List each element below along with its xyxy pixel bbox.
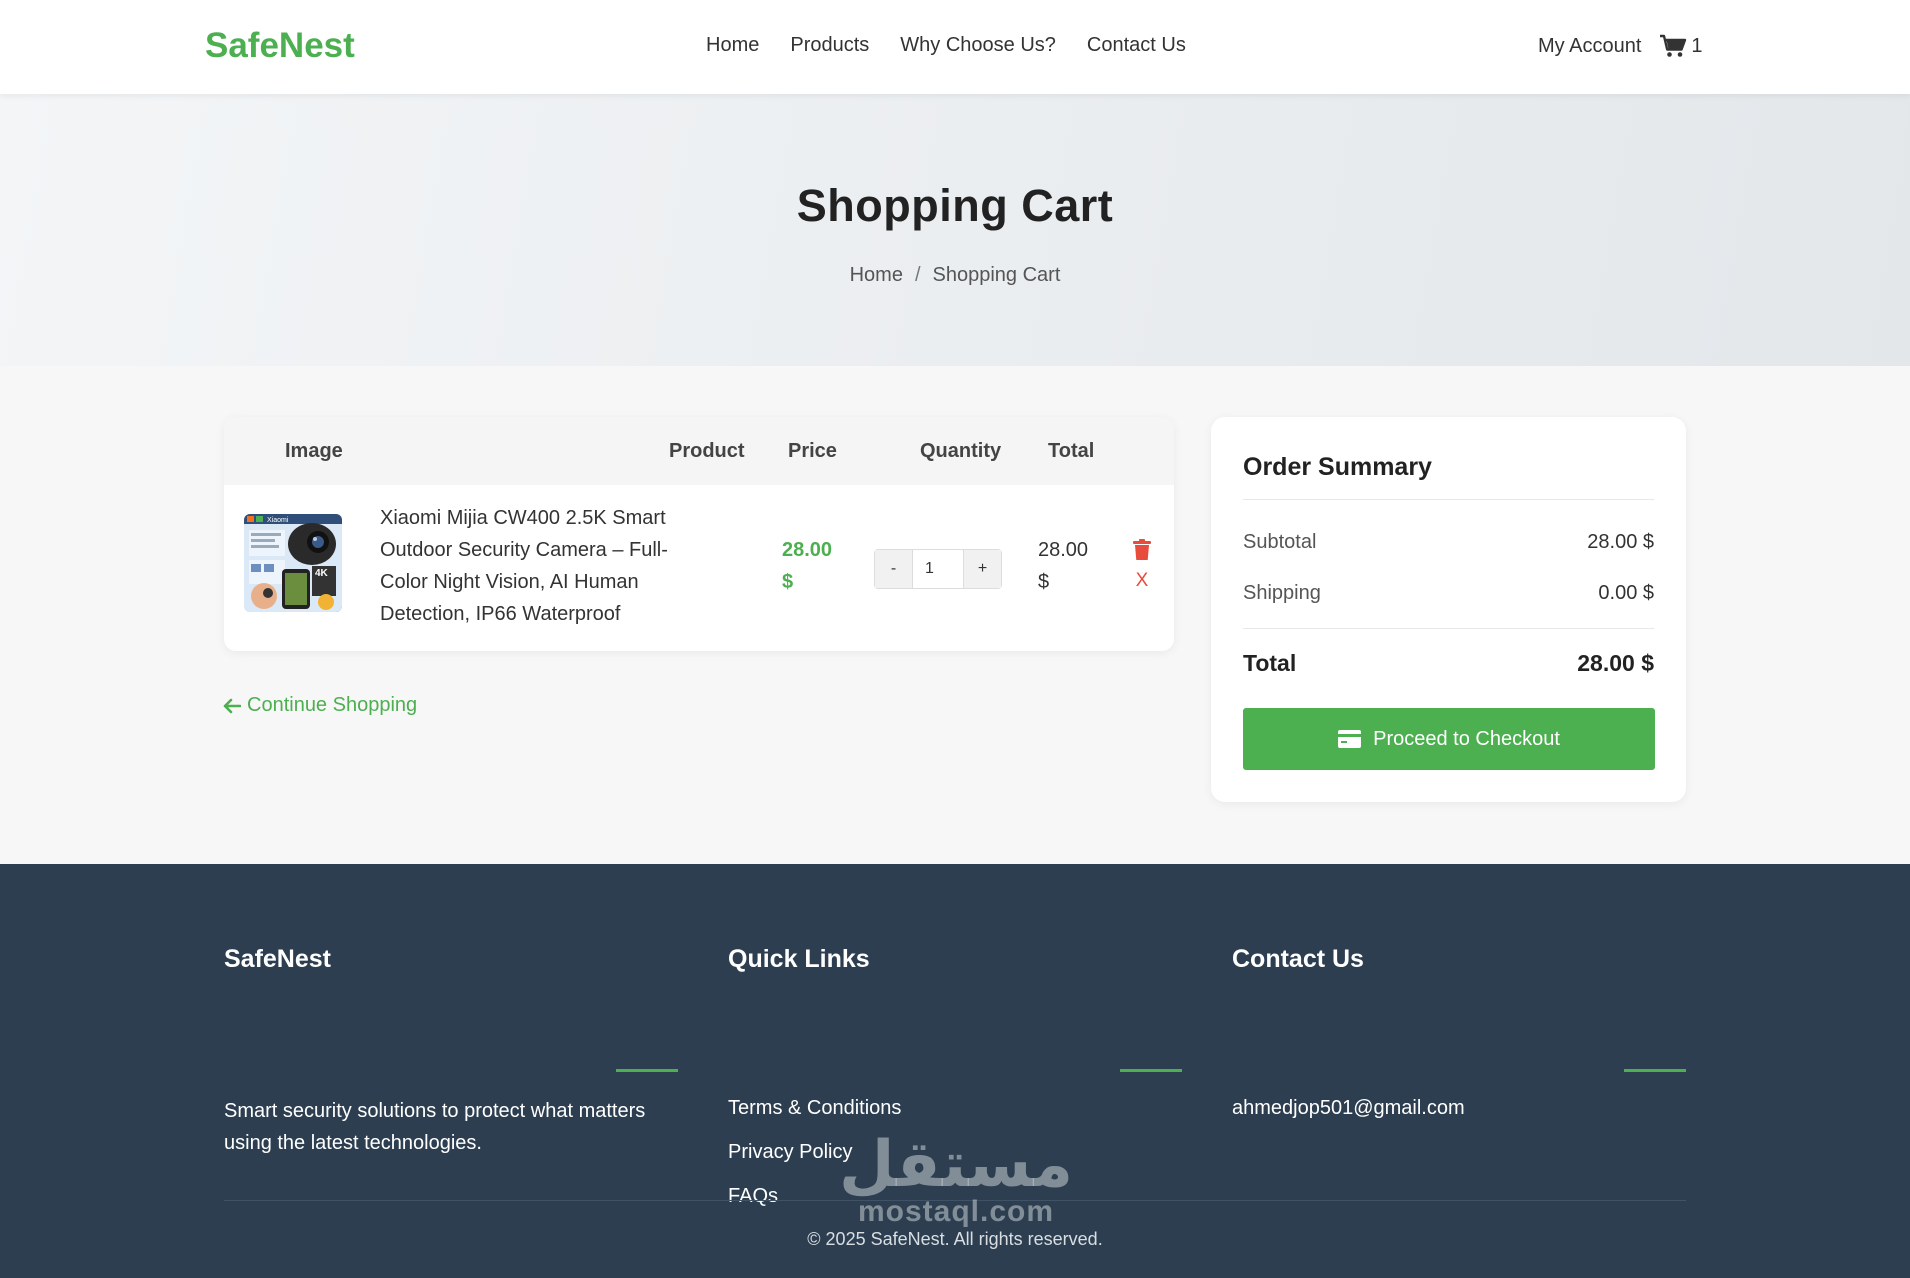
- footer-brand-title: SafeNest: [224, 945, 331, 973]
- site-header: SafeNest Home Products Why Choose Us? Co…: [0, 0, 1910, 94]
- quantity-decrease-button[interactable]: -: [875, 550, 913, 588]
- trash-icon: [1133, 539, 1151, 560]
- continue-shopping-link[interactable]: Continue Shopping: [223, 694, 417, 717]
- watermark-logo: مستقل mostaql.com: [838, 1128, 1074, 1228]
- footer-contact-list: ahmedjop501@gmail.com: [1232, 1097, 1465, 1141]
- column-image: Image: [285, 440, 343, 462]
- continue-shopping-label: Continue Shopping: [247, 694, 418, 716]
- product-name[interactable]: Xiaomi Mijia CW400 2.5K Smart Outdoor Se…: [380, 502, 695, 630]
- subtotal-label: Subtotal: [1243, 531, 1317, 553]
- credit-card-icon: [1338, 730, 1362, 748]
- account-area: My Account 1: [1538, 34, 1703, 58]
- total-label: Total: [1243, 650, 1297, 676]
- footer-contact-title: Contact Us: [1232, 945, 1364, 973]
- column-quantity: Quantity: [920, 440, 1002, 462]
- footer-accent-bar: [616, 1069, 678, 1072]
- breadcrumb-current: Shopping Cart: [932, 264, 1061, 286]
- footer-accent-bar: [1120, 1069, 1182, 1072]
- cart-icon: [1660, 34, 1687, 57]
- column-product: Product: [669, 440, 745, 462]
- product-image[interactable]: Xiaomi 4K: [244, 514, 342, 612]
- cart-button[interactable]: 1: [1659, 34, 1703, 58]
- nav-home[interactable]: Home: [706, 34, 759, 57]
- nav-products[interactable]: Products: [790, 34, 869, 57]
- column-total: Total: [1048, 440, 1095, 462]
- total-value: 28.00 $: [1577, 650, 1654, 676]
- shipping-value: 0.00 $: [1598, 582, 1654, 604]
- subtotal-value: 28.00 $: [1587, 531, 1654, 553]
- remove-item-button[interactable]: X: [1130, 539, 1154, 591]
- watermark-arabic: مستقل: [838, 1128, 1074, 1202]
- breadcrumb-home[interactable]: Home: [850, 264, 903, 286]
- quantity-increase-button[interactable]: +: [963, 550, 1001, 588]
- row-total: 28.00 $: [1038, 539, 1089, 593]
- nav-why-choose-us[interactable]: Why Choose Us?: [900, 34, 1056, 57]
- footer-accent-bar: [1624, 1069, 1686, 1072]
- image-4k-badge: 4K: [315, 568, 329, 579]
- proceed-to-checkout-button[interactable]: Proceed to Checkout: [1243, 708, 1655, 770]
- copyright-text: © 2025 SafeNest. All rights reserved.: [807, 1229, 1103, 1249]
- shipping-label: Shipping: [1243, 582, 1321, 604]
- footer-links-title: Quick Links: [728, 945, 870, 973]
- image-brand-text: Xiaomi: [267, 517, 289, 524]
- remove-item-x[interactable]: X: [1130, 571, 1154, 591]
- order-summary-title: Order Summary: [1243, 453, 1432, 481]
- order-summary: Order Summary Subtotal 28.00 $ Shipping …: [1211, 417, 1686, 802]
- cart-table: Image Product Price Quantity Total Xiaom…: [224, 417, 1174, 651]
- main-nav: Home Products Why Choose Us? Contact Us: [706, 34, 1186, 57]
- watermark-latin: mostaql.com: [857, 1195, 1055, 1228]
- total-row: Total 28.00 $: [1243, 650, 1654, 677]
- footer-links-column: Quick Links Terms & Conditions Privacy P…: [728, 945, 1182, 1207]
- camera-product-picture: Xiaomi 4K: [244, 514, 342, 612]
- checkout-label: Proceed to Checkout: [1373, 727, 1560, 750]
- page-hero: Shopping Cart Home / Shopping Cart: [0, 94, 1910, 366]
- summary-divider: [1243, 628, 1654, 629]
- my-account-link[interactable]: My Account: [1538, 35, 1641, 58]
- cart-count: 1: [1691, 34, 1703, 57]
- footer-contact-column: Contact Us ahmedjop501@gmail.com: [1232, 945, 1686, 1119]
- site-logo[interactable]: SafeNest: [205, 26, 355, 66]
- arrow-left-icon: [223, 698, 241, 713]
- footer-contact-email[interactable]: ahmedjop501@gmail.com: [1232, 1097, 1465, 1141]
- product-price: 28.00 $: [782, 539, 833, 593]
- column-price: Price: [788, 440, 837, 462]
- breadcrumb: Home / Shopping Cart: [0, 264, 1910, 287]
- quantity-stepper: - +: [874, 549, 1002, 589]
- footer-brand-text: Smart security solutions to protect what…: [224, 1100, 646, 1154]
- cart-table-header: Image Product Price Quantity Total: [224, 417, 1174, 485]
- footer-brand-column: SafeNest Smart security solutions to pro…: [224, 945, 678, 1154]
- summary-divider: [1243, 499, 1654, 500]
- subtotal-row: Subtotal 28.00 $: [1243, 531, 1654, 554]
- shipping-row: Shipping 0.00 $: [1243, 582, 1654, 605]
- breadcrumb-separator: /: [914, 264, 921, 286]
- page-title: Shopping Cart: [796, 180, 1114, 231]
- nav-contact-us[interactable]: Contact Us: [1087, 34, 1186, 57]
- quantity-input[interactable]: [913, 550, 963, 588]
